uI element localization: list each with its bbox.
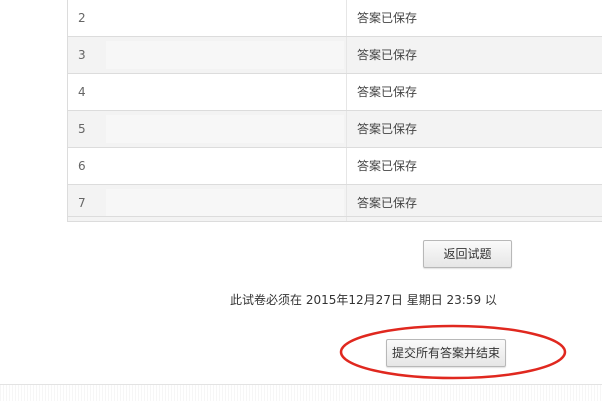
table-divider bbox=[67, 216, 602, 217]
red-circle-annotation bbox=[339, 324, 567, 380]
question-number: 2 bbox=[68, 0, 346, 36]
table-row: 2 答案已保存 bbox=[68, 0, 602, 37]
question-number: 5 bbox=[68, 111, 346, 147]
answer-status: 答案已保存 bbox=[346, 74, 602, 110]
table-row: 5 答案已保存 bbox=[68, 111, 602, 148]
back-to-questions-button[interactable]: 返回试题 bbox=[423, 240, 512, 268]
question-number: 3 bbox=[68, 37, 346, 73]
answer-status: 答案已保存 bbox=[346, 0, 602, 36]
annotation-ellipse bbox=[339, 324, 567, 380]
question-number: 4 bbox=[68, 74, 346, 110]
table-row: 4 答案已保存 bbox=[68, 74, 602, 111]
question-number: 6 bbox=[68, 148, 346, 184]
answer-status: 答案已保存 bbox=[346, 37, 602, 73]
footer-strip bbox=[0, 384, 602, 401]
answer-status: 答案已保存 bbox=[346, 111, 602, 147]
answer-status: 答案已保存 bbox=[346, 148, 602, 184]
deadline-notice: 此试卷必须在 2015年12月27日 星期日 23:59 以 bbox=[230, 293, 497, 307]
table-row: 6 答案已保存 bbox=[68, 148, 602, 185]
answers-table: 2 答案已保存 3 答案已保存 4 答案已保存 5 答案已保存 6 答案已保存 … bbox=[67, 0, 602, 222]
table-row: 3 答案已保存 bbox=[68, 37, 602, 74]
